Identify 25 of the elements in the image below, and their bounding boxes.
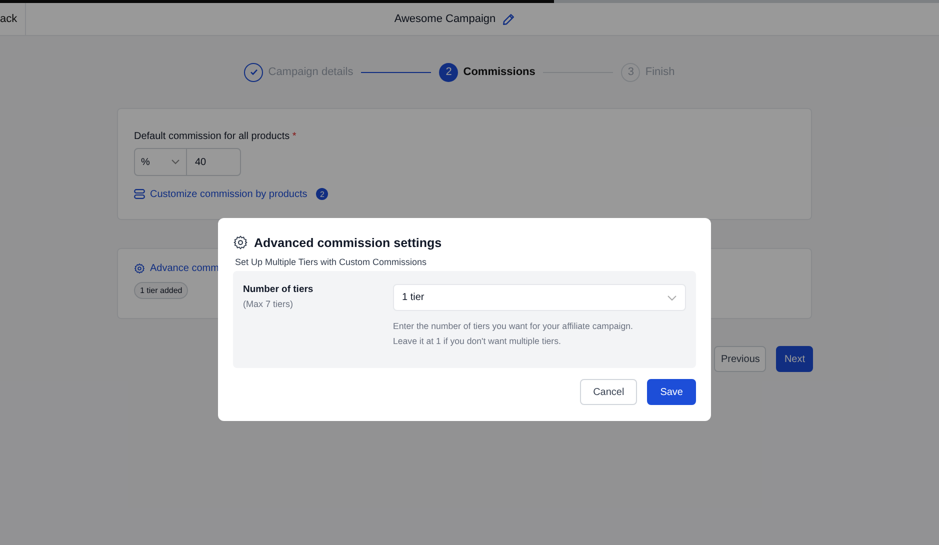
required-mark: * [292,131,296,142]
campaign-title: Awesome Campaign [394,13,496,25]
step-indicator: 2 [439,62,458,82]
help-text: Enter the number of tiers you want for your affiliate campaign. Leave it at 1 if you don't want multiple tiers. [393,320,634,348]
tier-tag: 1 tier added [134,282,188,299]
cancel-button[interactable]: Cancel [580,379,638,405]
edit-icon[interactable] [502,12,515,26]
customize-link[interactable]: Customize commission by products [150,188,308,200]
settings-icon [233,235,248,250]
dialog-subtitle: Set Up Multiple Tiers with Custom Commissions [235,257,428,267]
field-label: Number of tiers [243,284,314,295]
step-label: Commissions [463,66,536,78]
field-hint: (Max 7 tiers) [243,299,294,309]
previous-button[interactable]: Previous [714,346,766,372]
field-label: Default commission for all products [134,131,290,142]
settings-icon [134,263,145,274]
back-button[interactable]: ack [0,3,26,35]
chevron-icon [667,294,677,300]
count-badge: 2 [316,188,328,200]
tiers-select[interactable]: 1 tier [393,284,686,311]
dialog-title: Advanced commission settings [254,236,442,250]
advanced-link[interactable]: Advance comm [150,263,219,274]
save-button[interactable]: Save [647,379,696,405]
next-button[interactable]: Next [776,346,813,372]
sliders-icon [134,189,145,199]
